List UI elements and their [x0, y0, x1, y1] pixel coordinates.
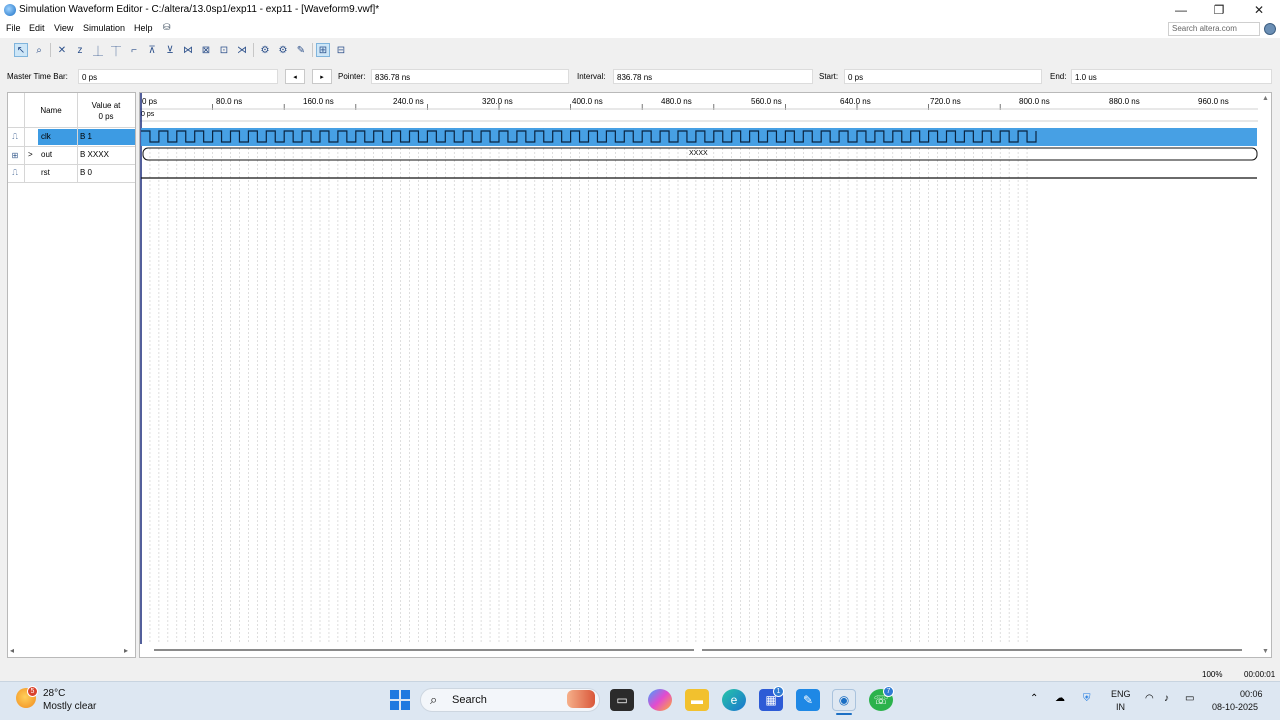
clk-waveform — [141, 130, 1037, 143]
scroll-up-arrow-icon[interactable]: ▲ — [1262, 95, 1269, 102]
battery-icon[interactable]: ▭ — [1185, 693, 1194, 704]
file-explorer-icon[interactable]: ▬ — [685, 689, 709, 711]
bus-value-label: XXXX — [688, 150, 709, 157]
store-badge: 1 — [773, 686, 784, 697]
search-icon: ⌕ — [430, 692, 438, 707]
taskbar-search-label: Search — [452, 694, 487, 706]
onedrive-icon[interactable]: ☁ — [1055, 693, 1065, 704]
search-highlight-icon — [567, 690, 595, 708]
copilot-icon[interactable] — [648, 689, 672, 711]
elapsed-time: 00:00:01 — [1244, 670, 1276, 679]
whiteboard-icon[interactable]: ✎ — [796, 689, 820, 711]
language-line2[interactable]: IN — [1116, 702, 1125, 712]
clock-date[interactable]: 08-10-2025 — [1212, 702, 1258, 712]
quartus-app-icon[interactable]: ◉ — [832, 689, 856, 711]
clock-time[interactable]: 00:06 — [1240, 689, 1263, 699]
security-shield-icon[interactable]: ⛨ — [1083, 693, 1091, 704]
whatsapp-badge: 7 — [883, 686, 894, 697]
active-app-indicator — [836, 713, 852, 715]
weather-description[interactable]: Mostly clear — [43, 701, 96, 712]
wifi-icon[interactable]: ◠ — [1145, 693, 1154, 704]
task-view-icon[interactable]: ▭ — [610, 689, 634, 711]
language-line1[interactable]: ENG — [1111, 689, 1131, 699]
start-button-icon[interactable] — [390, 690, 410, 710]
zoom-level: 100% — [1202, 670, 1223, 679]
weather-badge: 5 — [27, 686, 38, 697]
volume-icon[interactable]: ♪ — [1164, 693, 1169, 704]
scroll-down-arrow-icon[interactable]: ▼ — [1262, 648, 1269, 655]
edge-browser-icon[interactable]: e — [722, 689, 746, 711]
chevron-up-icon[interactable]: ⌃ — [1030, 693, 1038, 704]
horizontal-scrollbar-thumb[interactable] — [702, 649, 1242, 651]
weather-temp[interactable]: 28°C — [43, 688, 65, 699]
waveform-canvas — [140, 93, 1258, 644]
horizontal-scrollbar-thumb[interactable] — [154, 649, 694, 651]
